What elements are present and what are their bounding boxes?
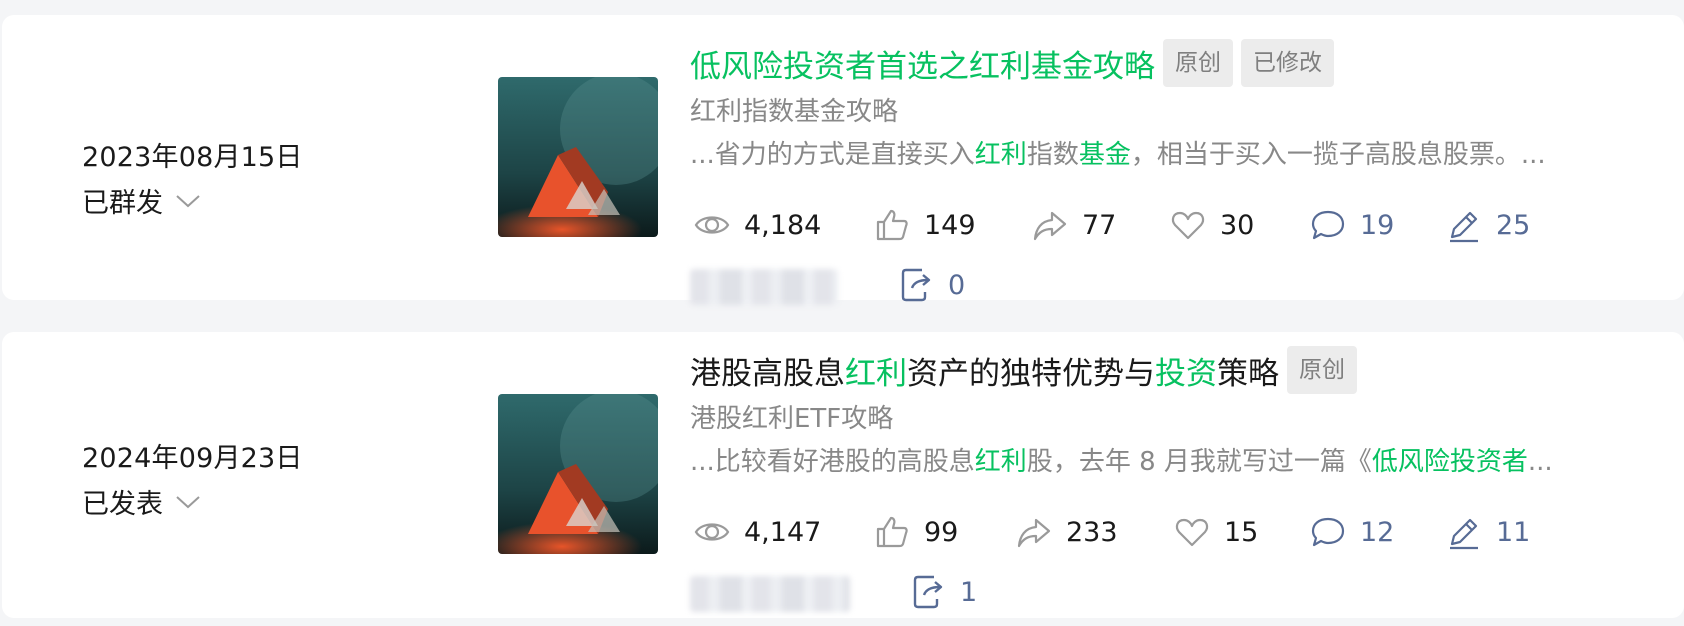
- modified-tag: 已修改: [1241, 39, 1334, 87]
- favorites-stat: 15: [1174, 508, 1258, 556]
- digest-highlight: 红利: [974, 140, 1027, 170]
- comments-count: 19: [1360, 209, 1395, 241]
- status-dropdown[interactable]: 已发表: [82, 482, 201, 521]
- eye-icon: [694, 523, 730, 541]
- edits-count: 25: [1496, 209, 1531, 241]
- status-dropdown[interactable]: 已群发: [82, 181, 201, 220]
- original-tag: 原创: [1163, 39, 1233, 87]
- share-arrow-icon: [1017, 518, 1051, 548]
- article-card: 2023年08月15日 已群发 低风险投资者首选之红利基金攻略 原创 已修改 红…: [2, 15, 1684, 305]
- article-title[interactable]: 港股高股息红利资产的独特优势与投资策略: [690, 348, 1279, 393]
- article-card: 2024年09月23日 已发表 港股高股息红利资产的独特优势与投资策略 原创 港…: [2, 332, 1684, 618]
- thumbs-up-icon: [876, 516, 908, 548]
- digest-segment: 指数: [1026, 140, 1079, 170]
- likes-count: 149: [924, 209, 976, 241]
- title-row: 低风险投资者首选之红利基金攻略 原创 已修改: [690, 37, 1650, 89]
- shares-stat: 77: [1032, 201, 1116, 249]
- article-subtitle: 港股红利ETF攻略: [690, 404, 894, 434]
- original-tag: 原创: [1287, 346, 1357, 394]
- stats-row: 4,147 99 233 15 12 11: [690, 508, 1650, 556]
- article-digest: ...省力的方式是直接买入红利指数基金，相当于买入一揽子高股息股票。...: [690, 135, 1630, 175]
- shares-stat: 233: [1016, 508, 1118, 556]
- title-highlight: 投资: [1155, 355, 1217, 392]
- article-thumbnail[interactable]: [498, 77, 658, 237]
- article-subtitle: 红利指数基金攻略: [690, 97, 899, 127]
- forwards-count: 1: [960, 576, 978, 608]
- stats-row: 4,184 149 77 30 19 25: [690, 201, 1650, 249]
- reads-stat: 4,184: [694, 201, 821, 249]
- comments-count: 12: [1360, 516, 1395, 548]
- digest-segment: ...: [1527, 447, 1553, 477]
- title-segment: 策略: [1217, 355, 1279, 392]
- forward-button[interactable]: 1: [910, 568, 977, 616]
- likes-stat: 149: [874, 201, 976, 249]
- shares-count: 233: [1066, 516, 1118, 548]
- edits-count: 11: [1496, 516, 1531, 548]
- forwards-count: 0: [948, 269, 966, 301]
- likes-count: 99: [924, 516, 959, 548]
- pen-icon: [1450, 518, 1478, 550]
- favorites-count: 15: [1224, 516, 1259, 548]
- comment-icon: [1311, 210, 1345, 240]
- forward-icon: [901, 268, 931, 302]
- article-list: 2023年08月15日 已群发 低风险投资者首选之红利基金攻略 原创 已修改 红…: [0, 0, 1684, 626]
- chevron-down-icon: [176, 194, 200, 207]
- shares-count: 77: [1082, 209, 1117, 241]
- publish-date: 2023年08月15日: [82, 142, 303, 173]
- thumbs-up-icon: [876, 209, 908, 241]
- secondary-row: 0: [690, 261, 1290, 309]
- title-segment: 资产的独特优势与: [907, 355, 1155, 392]
- blurred-text: [690, 576, 850, 612]
- digest-segment: 股，去年 8 月我就写过一篇《: [1026, 447, 1372, 477]
- title-segment: 港股高股息: [690, 355, 845, 392]
- digest-segment: ...比较看好港股的高股息: [690, 447, 975, 477]
- digest-highlight: 基金: [1078, 140, 1131, 170]
- title-segment: 低风险投资者首选之红利基金攻略: [690, 48, 1155, 85]
- publish-date: 2024年09月23日: [82, 443, 303, 474]
- article-content: 低风险投资者首选之红利基金攻略 原创 已修改 红利指数基金攻略 ...省力的方式…: [690, 37, 1650, 305]
- comments-stat[interactable]: 19: [1310, 201, 1394, 249]
- eye-icon: [694, 216, 730, 234]
- edits-stat[interactable]: 25: [1446, 201, 1530, 249]
- share-arrow-icon: [1033, 211, 1067, 241]
- forward-button[interactable]: 0: [898, 261, 965, 309]
- favorites-stat: 30: [1170, 201, 1254, 249]
- reads-stat: 4,147: [694, 508, 821, 556]
- heart-icon: [1175, 518, 1209, 547]
- article-content: 港股高股息红利资产的独特优势与投资策略 原创 港股红利ETF攻略 ...比较看好…: [690, 344, 1650, 612]
- status-label: 已群发: [82, 188, 163, 219]
- reads-count: 4,184: [744, 209, 822, 241]
- forward-icon: [913, 575, 943, 609]
- blurred-text: [690, 269, 838, 305]
- likes-stat: 99: [874, 508, 958, 556]
- chevron-down-icon: [176, 495, 200, 508]
- pen-icon: [1450, 211, 1478, 243]
- digest-segment: ...省力的方式是直接买入: [690, 140, 975, 170]
- title-row: 港股高股息红利资产的独特优势与投资策略 原创: [690, 344, 1650, 396]
- article-digest: ...比较看好港股的高股息红利股，去年 8 月我就写过一篇《低风险投资者...: [690, 442, 1630, 482]
- digest-highlight: 低风险投资者: [1371, 447, 1528, 477]
- secondary-row: 1: [690, 568, 1290, 616]
- favorites-count: 30: [1220, 209, 1255, 241]
- status-label: 已发表: [82, 489, 163, 520]
- comment-icon: [1311, 517, 1345, 547]
- article-thumbnail[interactable]: [498, 394, 658, 554]
- heart-icon: [1171, 211, 1205, 240]
- comments-stat[interactable]: 12: [1310, 508, 1394, 556]
- reads-count: 4,147: [744, 516, 822, 548]
- title-highlight: 红利: [845, 355, 907, 392]
- article-title[interactable]: 低风险投资者首选之红利基金攻略: [690, 41, 1155, 86]
- digest-highlight: 红利: [974, 447, 1027, 477]
- edits-stat[interactable]: 11: [1446, 508, 1530, 556]
- digest-segment: ，相当于买入一揽子高股息股票。...: [1130, 140, 1546, 170]
